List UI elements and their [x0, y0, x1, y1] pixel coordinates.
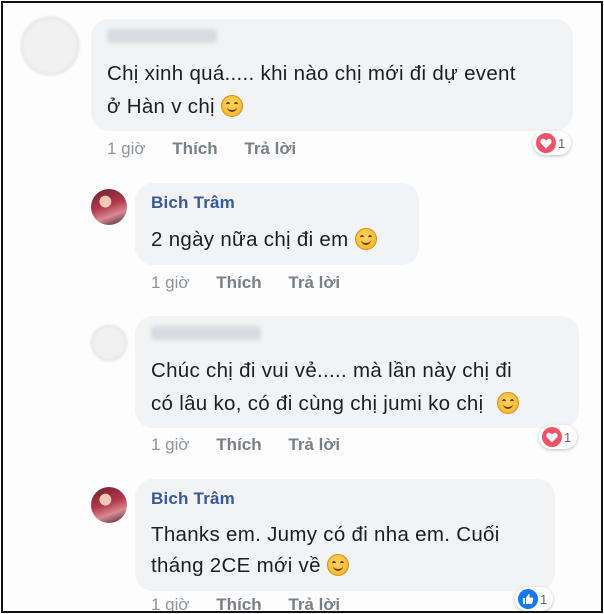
reply-link[interactable]: Trả lời: [288, 435, 340, 454]
comment-actions: 1 giờ Thích Trả lời: [151, 435, 362, 455]
like-link[interactable]: Thích: [216, 435, 261, 454]
commenter-name-redacted[interactable]: [151, 326, 261, 340]
smile-emoji-icon: [220, 95, 243, 117]
reaction-badge[interactable]: 1: [539, 425, 578, 449]
reply-link[interactable]: Trả lời: [244, 139, 296, 158]
comment-text-line: Thanks em. Jumy có đi nha em. Cuối: [151, 523, 500, 546]
reply-link[interactable]: Trả lời: [288, 595, 340, 611]
comment-bubble: Bich Trâm Thanks em. Jumy có đi nha em. …: [135, 479, 555, 591]
thumbs-up-icon: [518, 589, 538, 609]
comment-thread: Chị xinh quá..... khi nào chị mới đi dự …: [1, 1, 603, 613]
timestamp[interactable]: 1 giờ: [151, 273, 190, 292]
timestamp[interactable]: 1 giờ: [151, 595, 190, 611]
comment-bubble: Chúc chị đi vui vẻ..... mà lần này chị đ…: [135, 316, 579, 428]
reaction-count: 1: [540, 591, 548, 607]
commenter-name-redacted[interactable]: [107, 29, 217, 43]
comment-bubble: Chị xinh quá..... khi nào chị mới đi dự …: [91, 19, 573, 131]
timestamp[interactable]: 1 giờ: [151, 435, 190, 454]
smile-emoji-icon: [354, 228, 377, 250]
heart-icon: [542, 427, 562, 447]
timestamp[interactable]: 1 giờ: [107, 139, 146, 158]
reaction-count: 1: [564, 429, 572, 445]
comment-text: 2 ngày nữa chị đi em: [151, 223, 405, 256]
like-link[interactable]: Thích: [172, 139, 217, 158]
avatar[interactable]: [91, 325, 127, 361]
commenter-name[interactable]: Bich Trâm: [151, 193, 405, 213]
comment-text-line: tháng 2CE mới về: [151, 554, 321, 577]
like-link[interactable]: Thích: [216, 595, 261, 611]
comment-text: Thanks em. Jumy có đi nha em. Cuối tháng…: [151, 519, 541, 581]
smile-emoji-icon: [497, 392, 520, 414]
avatar[interactable]: [21, 17, 79, 75]
comment-actions: 1 giờ Thích Trả lời: [107, 139, 318, 159]
reply-link[interactable]: Trả lời: [288, 273, 340, 292]
comment-text: Chị xinh quá..... khi nào chị mới đi dự …: [107, 57, 559, 123]
comment-text-line: Chúc chị đi vui vẻ..... mà lần này chị đ…: [151, 359, 512, 382]
comment-text-line: ở Hàn v chị: [107, 95, 215, 118]
avatar[interactable]: [91, 487, 127, 523]
reaction-badge[interactable]: 1: [515, 587, 554, 611]
comment-actions: 1 giờ Thích Trả lời: [151, 595, 362, 611]
reaction-badge[interactable]: 1: [533, 131, 572, 155]
heart-icon: [536, 133, 556, 153]
comment-text-line: Chị xinh quá..... khi nào chị mới đi dự …: [107, 62, 516, 85]
avatar[interactable]: [91, 189, 127, 225]
comment-text-line: 2 ngày nữa chị đi em: [151, 228, 349, 251]
reaction-count: 1: [558, 135, 566, 151]
comment-actions: 1 giờ Thích Trả lời: [151, 273, 362, 293]
commenter-name[interactable]: Bich Trâm: [151, 489, 541, 509]
smile-emoji-icon: [326, 554, 349, 576]
like-link[interactable]: Thích: [216, 273, 261, 292]
comment-bubble: Bich Trâm 2 ngày nữa chị đi em: [135, 183, 419, 265]
comment-text-line: có lâu ko, có đi cùng chị jumi ko chị: [151, 392, 484, 415]
comment-text: Chúc chị đi vui vẻ..... mà lần này chị đ…: [151, 354, 565, 420]
